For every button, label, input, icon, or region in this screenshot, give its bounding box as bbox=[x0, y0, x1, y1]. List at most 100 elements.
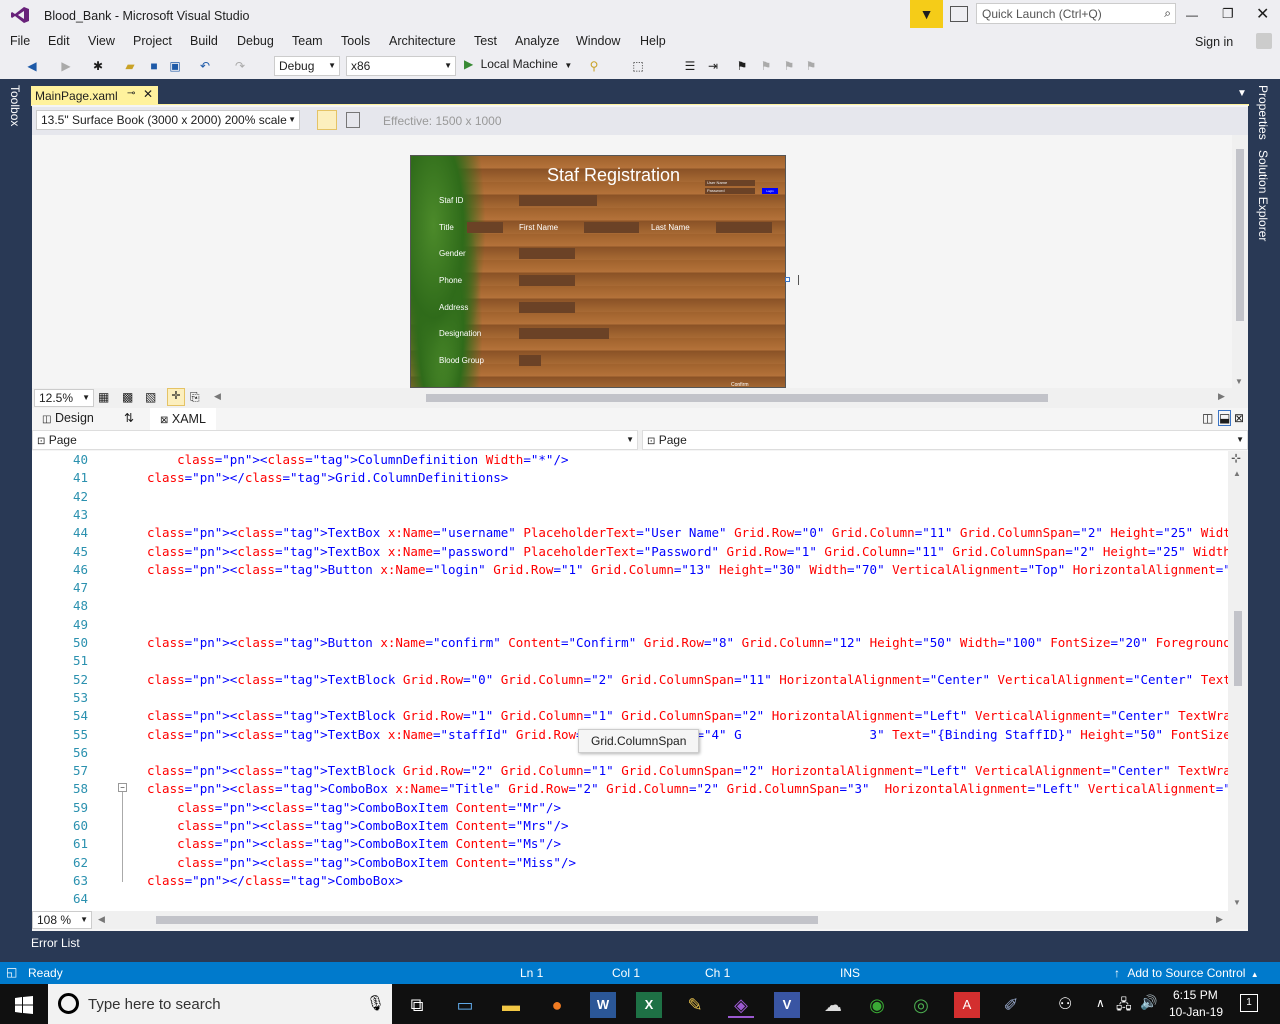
visual-studio-taskbar-icon[interactable]: ◈ bbox=[728, 992, 754, 1018]
tab-list-dropdown-icon[interactable]: ▼ bbox=[1237, 88, 1247, 99]
device-select[interactable]: 13.5" Surface Book (3000 x 2000) 200% sc… bbox=[36, 110, 300, 130]
hscroll-left-icon[interactable]: ◀ bbox=[98, 914, 105, 925]
error-list-tab[interactable]: Error List bbox=[31, 936, 80, 950]
taskbar-app-icon[interactable]: ▭ bbox=[452, 992, 478, 1018]
code-line[interactable]: class="pn"><class="tag">Button x:Name="l… bbox=[147, 562, 1228, 577]
network-icon[interactable]: 🖧 bbox=[1116, 994, 1132, 1018]
nav-right-select[interactable]: ⊡ Page ▼ bbox=[642, 430, 1248, 450]
code-vscroll[interactable]: ⊹ ▲ ▼ bbox=[1228, 451, 1248, 911]
artboard-icon[interactable]: ▧ bbox=[145, 390, 156, 404]
menu-project[interactable]: Project bbox=[133, 34, 172, 48]
swap-panes-icon[interactable]: ⇅ bbox=[124, 411, 134, 425]
menu-debug[interactable]: Debug bbox=[237, 34, 274, 48]
account-icon[interactable] bbox=[1256, 33, 1272, 49]
align-icon[interactable]: ☰ bbox=[682, 58, 698, 74]
tab-design[interactable]: ◫ Design bbox=[42, 411, 94, 425]
taskbar-search-box[interactable]: Type here to search 🎙 bbox=[48, 984, 392, 1024]
close-button[interactable]: ✕ bbox=[1256, 4, 1269, 24]
collapse-pane-icon[interactable]: ⊠ bbox=[1234, 411, 1244, 425]
app-cloud-icon[interactable]: ☁ bbox=[820, 992, 846, 1018]
code-line[interactable]: class="pn"><class="tag">ComboBox x:Name=… bbox=[147, 781, 1228, 796]
menu-analyze[interactable]: Analyze bbox=[515, 34, 559, 48]
volume-icon[interactable]: 🔊 bbox=[1140, 994, 1157, 1011]
code-hscroll-thumb[interactable] bbox=[156, 916, 818, 924]
solution-explorer-tab[interactable]: Solution Explorer bbox=[1256, 150, 1270, 244]
menu-test[interactable]: Test bbox=[474, 34, 497, 48]
grid-toggle-icon[interactable]: ▦ bbox=[98, 390, 109, 404]
portrait-button[interactable] bbox=[346, 112, 360, 128]
menu-team[interactable]: Team bbox=[292, 34, 323, 48]
select-element-icon[interactable]: ⬚ bbox=[630, 58, 646, 74]
project-code-icon[interactable]: ⎘ bbox=[190, 390, 200, 405]
pdf-icon[interactable]: A bbox=[954, 992, 980, 1018]
firefox-icon[interactable]: ● bbox=[544, 992, 570, 1018]
menu-architecture[interactable]: Architecture bbox=[389, 34, 456, 48]
code-line[interactable]: class="pn"></class="tag">Grid.ColumnDefi… bbox=[147, 470, 508, 485]
source-control-button[interactable]: ↑ Add to Source Control ▲ bbox=[1114, 966, 1259, 980]
minimize-button[interactable]: — bbox=[1186, 8, 1198, 22]
code-line[interactable]: class="pn"><class="tag">TextBox x:Name="… bbox=[147, 525, 1228, 540]
snap-grid-icon[interactable]: ▩ bbox=[122, 390, 133, 404]
clear-bookmark-icon[interactable]: ⚑ bbox=[803, 58, 819, 74]
prev-bookmark-icon[interactable]: ⚑ bbox=[758, 58, 774, 74]
page-preview[interactable]: Staf Registration User Name Password Log… bbox=[410, 155, 786, 388]
microphone-icon[interactable]: 🎙 bbox=[366, 994, 385, 1012]
indent-icon[interactable]: ⇥ bbox=[705, 58, 721, 74]
feedback-icon[interactable] bbox=[950, 6, 968, 22]
toolbox-tab[interactable]: Toolbox bbox=[8, 85, 22, 129]
code-line[interactable]: class="pn"><class="tag">ComboBoxItem Con… bbox=[147, 855, 576, 870]
snap-lines-icon[interactable]: ✛ bbox=[167, 388, 185, 406]
open-icon[interactable]: ▰ bbox=[122, 58, 138, 74]
find-icon[interactable]: ⚲ bbox=[586, 58, 602, 74]
split-handle-icon[interactable]: ⊹ bbox=[1231, 451, 1241, 465]
taskbar-time[interactable]: 6:15 PM bbox=[1173, 988, 1218, 1002]
designer-hscroll-thumb[interactable] bbox=[426, 394, 1048, 402]
properties-tab[interactable]: Properties bbox=[1256, 85, 1270, 143]
menu-tools[interactable]: Tools bbox=[341, 34, 370, 48]
next-bookmark-icon[interactable]: ⚑ bbox=[781, 58, 797, 74]
vertical-split-icon[interactable]: ◫ bbox=[1202, 411, 1213, 425]
code-line[interactable]: class="pn"><class="tag">ComboBoxItem Con… bbox=[147, 800, 561, 815]
menu-view[interactable]: View bbox=[88, 34, 115, 48]
menu-build[interactable]: Build bbox=[190, 34, 218, 48]
designer-vscroll[interactable]: ▼ bbox=[1232, 135, 1248, 388]
scroll-up-icon[interactable]: ▲ bbox=[1233, 469, 1241, 478]
menu-help[interactable]: Help bbox=[640, 34, 666, 48]
paint-icon[interactable]: ✐ bbox=[998, 992, 1024, 1018]
resize-handle[interactable] bbox=[785, 277, 790, 282]
code-line[interactable]: class="pn"><class="tag">ColumnDefinition… bbox=[147, 452, 568, 467]
scroll-left-icon[interactable]: ◀ bbox=[214, 391, 221, 402]
run-button[interactable]: ▶ Local Machine ▼ bbox=[464, 57, 572, 75]
code-line[interactable]: class="pn"></class="tag">ComboBox> bbox=[147, 873, 403, 888]
designer-zoom-select[interactable]: 12.5% ▼ bbox=[34, 389, 94, 407]
code-line[interactable]: class="pn"><class="tag">TextBox x:Name="… bbox=[147, 544, 1228, 559]
outline-collapse-icon[interactable]: − bbox=[118, 783, 127, 792]
code-line[interactable]: class="pn"><class="tag">Button x:Name="c… bbox=[147, 635, 1228, 650]
nav-left-select[interactable]: ⊡ Page ▼ bbox=[32, 430, 638, 450]
redo-icon[interactable]: ↷ bbox=[232, 58, 248, 74]
new-project-icon[interactable]: ✱ bbox=[90, 58, 106, 74]
code-vscroll-thumb[interactable] bbox=[1234, 611, 1242, 686]
horizontal-split-icon[interactable]: ⬓ bbox=[1218, 410, 1232, 426]
visio-icon[interactable]: V bbox=[774, 992, 800, 1018]
task-view-icon[interactable]: ⧉ bbox=[404, 992, 430, 1018]
scroll-right-icon[interactable]: ▶ bbox=[1218, 391, 1225, 402]
forward-icon[interactable]: ▶ bbox=[58, 58, 74, 74]
tray-expand-icon[interactable]: ∧ bbox=[1096, 996, 1105, 1010]
taskbar-date[interactable]: 10-Jan-19 bbox=[1169, 1005, 1223, 1019]
hscroll-right-icon[interactable]: ▶ bbox=[1216, 914, 1223, 925]
chrome-icon[interactable]: ◎ bbox=[908, 992, 934, 1018]
file-explorer-icon[interactable]: ▬ bbox=[498, 992, 524, 1018]
platform-select[interactable]: x86 ▼ bbox=[346, 56, 456, 76]
excel-icon[interactable]: X bbox=[636, 992, 662, 1018]
restore-button[interactable]: ❐ bbox=[1222, 6, 1234, 22]
landscape-button[interactable] bbox=[317, 110, 337, 130]
save-all-icon[interactable]: ▣ bbox=[167, 58, 183, 74]
people-icon[interactable]: ⚇ bbox=[1058, 994, 1072, 1014]
notification-center-icon[interactable]: 1 bbox=[1240, 994, 1258, 1012]
menu-file[interactable]: File bbox=[10, 34, 30, 48]
undo-icon[interactable]: ↶ bbox=[197, 58, 213, 74]
close-tab-icon[interactable]: ✕ bbox=[143, 87, 153, 101]
code-zoom-select[interactable]: 108 % ▼ bbox=[32, 911, 92, 929]
sign-in-link[interactable]: Sign in bbox=[1195, 35, 1233, 49]
